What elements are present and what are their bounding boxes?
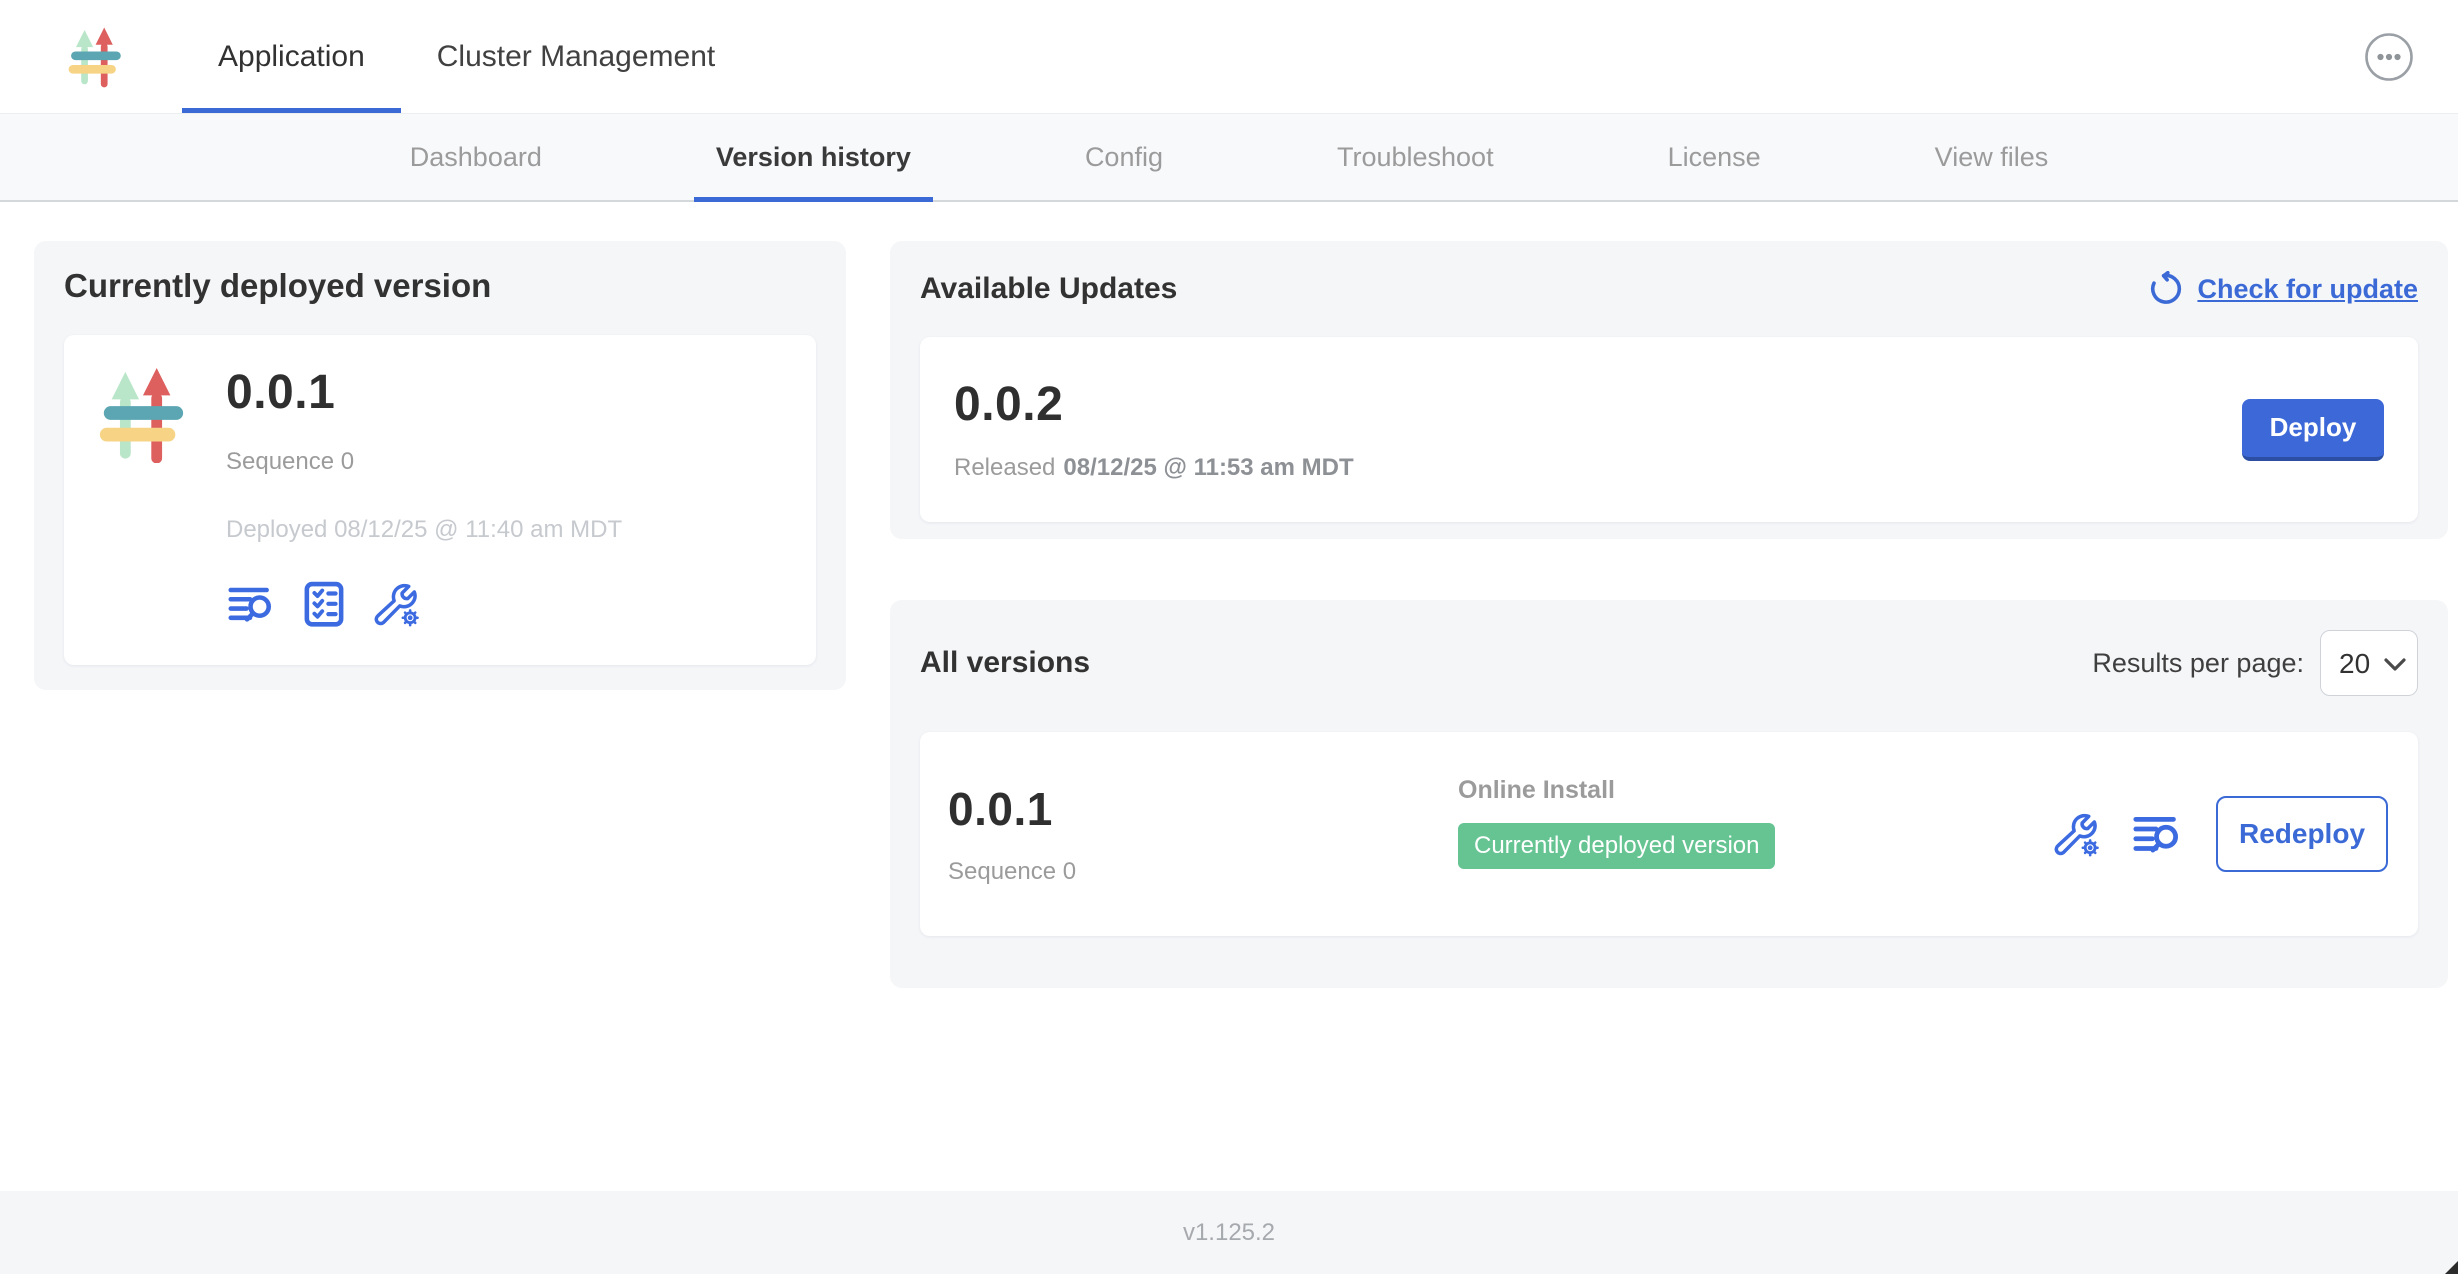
install-type-label: Online Install [1458,776,1615,805]
results-per-page-select[interactable]: 20 [2320,630,2418,696]
subnav-tabs: Dashboard Version history Config Trouble… [0,114,2458,200]
cursor-artifact [2445,1261,2458,1274]
ellipsis-menu-icon [2364,32,2414,82]
view-logs-icon [228,583,272,625]
nav-tab-application[interactable]: Application [182,0,401,113]
row-version-number: 0.0.1 [948,782,1076,836]
overflow-menu-button[interactable] [2364,32,2414,82]
update-released-line: Released 08/12/25 @ 11:53 am MDT [954,454,1354,482]
deployed-sequence-label: Sequence 0 [226,448,622,476]
app-logo-icon [68,18,122,96]
deploy-button[interactable]: Deploy [2242,399,2384,461]
redeploy-button[interactable]: Redeploy [2216,796,2388,872]
version-row-status: Online Install Currently deployed versio… [1458,776,1775,869]
view-logs-button[interactable] [2132,810,2180,858]
tab-view-files[interactable]: View files [1913,114,2071,200]
edit-config-icon [374,579,422,629]
preflight-checks-icon [303,581,345,627]
edit-config-button[interactable] [374,580,422,628]
available-updates-title: Available Updates [920,272,1177,306]
tab-version-history[interactable]: Version history [694,114,933,200]
app-subnav: Dashboard Version history Config Trouble… [0,114,2458,202]
currently-deployed-badge: Currently deployed version [1458,823,1775,869]
update-version-number: 0.0.2 [954,377,1354,432]
preflight-checks-button[interactable] [300,580,348,628]
refresh-icon [2149,271,2185,307]
row-sequence-label: Sequence 0 [948,858,1076,886]
deployed-version-card: 0.0.1 Sequence 0 Deployed 08/12/25 @ 11:… [64,335,816,665]
available-updates-panel: Available Updates Check for update 0.0.2… [890,241,2448,539]
check-for-update-label: Check for update [2197,274,2418,305]
check-for-update-link[interactable]: Check for update [2149,271,2418,307]
app-header: Application Cluster Management [0,0,2458,114]
nav-tab-cluster-management[interactable]: Cluster Management [401,0,751,113]
tab-dashboard[interactable]: Dashboard [388,114,564,200]
released-prefix: Released [954,454,1055,481]
main-nav: Application Cluster Management [182,0,751,113]
tab-troubleshoot[interactable]: Troubleshoot [1315,114,1516,200]
deployed-version-info: 0.0.1 Sequence 0 Deployed 08/12/25 @ 11:… [226,365,622,635]
currently-deployed-panel: Currently deployed version 0.0.1 Sequenc… [34,241,846,690]
tab-license[interactable]: License [1646,114,1783,200]
version-row-info: 0.0.1 Sequence 0 [948,782,1076,886]
all-versions-panel: All versions Results per page: 20 0.0.1 … [890,600,2448,988]
results-per-page-control: Results per page: 20 [2092,630,2418,696]
edit-config-icon [2054,807,2102,861]
results-per-page-label: Results per page: [2092,648,2304,679]
currently-deployed-title: Currently deployed version [64,267,816,305]
kots-admin-console: Application Cluster Management Dashboard… [0,0,2458,1274]
app-footer: v1.125.2 [0,1191,2458,1274]
version-row-actions: Redeploy [2054,796,2388,872]
deployed-version-number: 0.0.1 [226,365,622,420]
deployed-actions [226,580,622,628]
edit-config-button[interactable] [2054,810,2102,858]
results-per-page-select-wrap: 20 [2320,630,2418,696]
view-logs-icon [2133,812,2179,856]
available-update-card: 0.0.2 Released 08/12/25 @ 11:53 am MDT De… [920,337,2418,522]
console-version-label: v1.125.2 [1183,1219,1275,1247]
all-versions-title: All versions [920,646,1090,680]
app-logo-icon [98,367,186,463]
app-logo [68,18,122,96]
released-timestamp: 08/12/25 @ 11:53 am MDT [1063,454,1353,481]
view-logs-button[interactable] [226,580,274,628]
version-row: 0.0.1 Sequence 0 Online Install Currentl… [920,732,2418,936]
deployed-timestamp: Deployed 08/12/25 @ 11:40 am MDT [226,516,622,544]
tab-config[interactable]: Config [1063,114,1185,200]
